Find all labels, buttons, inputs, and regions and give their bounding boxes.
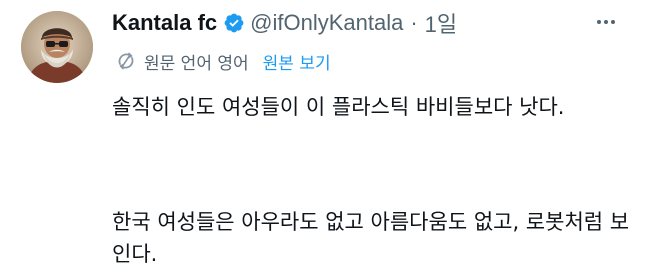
tweet-paragraph-2: 한국 여성들은 아우라도 없고 아름다움도 없고, 로봇처럼 보인다. <box>112 210 630 266</box>
verified-badge-icon <box>223 12 245 34</box>
tweet-paragraph-1: 솔직히 인도 여성들이 이 플라스틱 바비들보다 낫다. <box>112 95 565 119</box>
avatar[interactable] <box>21 11 93 83</box>
translate-icon <box>116 51 136 71</box>
separator-dot: · <box>410 10 418 35</box>
avatar-image <box>21 11 93 83</box>
display-name[interactable]: Kantala fc <box>112 10 217 36</box>
show-original-link[interactable]: 원본 보기 <box>263 49 331 74</box>
translation-bar: 원문 언어 영어 원본 보기 <box>116 48 331 74</box>
tweet-header: Kantala fc @ifOnlyKantala · 1일 <box>112 8 457 38</box>
translation-source-label: 원문 언어 영어 <box>144 53 249 74</box>
user-handle[interactable]: @ifOnlyKantala <box>250 10 403 36</box>
tweet-timestamp[interactable]: 1일 <box>425 7 457 39</box>
tweet: Kantala fc @ifOnlyKantala · 1일 원문 언어 영어 … <box>0 0 648 279</box>
more-options-icon[interactable] <box>592 10 620 34</box>
